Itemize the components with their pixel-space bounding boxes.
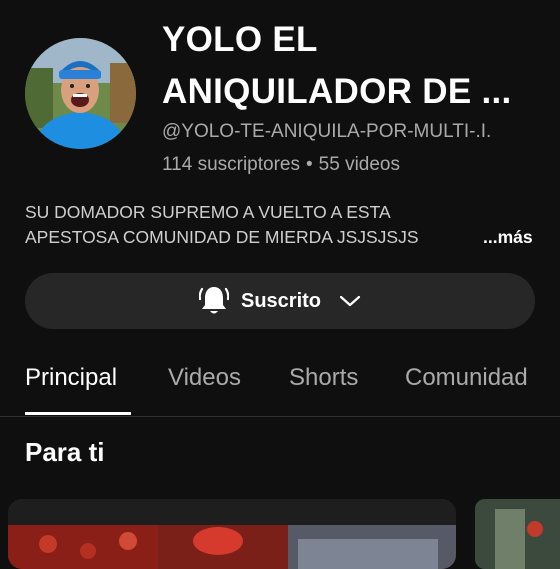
description-line2: APESTOSA COMUNIDAD DE MIERDA JSJSJSJS — [25, 227, 419, 247]
channel-name: YOLO EL ANIQUILADOR DE ... — [162, 14, 552, 118]
avatar-photo — [25, 38, 136, 149]
channel-stats: 114 suscriptores • 55 videos — [162, 154, 400, 176]
tab-principal[interactable]: Principal — [25, 364, 117, 392]
more-link[interactable]: ...más — [475, 225, 533, 250]
section-title: Para ti — [25, 437, 105, 467]
video-thumbnail — [475, 499, 560, 569]
video-thumbnail — [8, 499, 456, 569]
video-count: 55 videos — [318, 154, 400, 175]
channel-name-line2: ANIQUILADOR DE ... — [162, 72, 512, 111]
chevron-down-icon — [339, 295, 361, 307]
active-tab-indicator — [25, 412, 131, 415]
channel-name-line1: YOLO EL — [162, 20, 318, 59]
video-card[interactable] — [8, 499, 456, 569]
description-line1: SU DOMADOR SUPREMO A VUELTO A ESTA — [25, 202, 391, 222]
subscriber-count: 114 suscriptores — [162, 154, 300, 175]
video-card[interactable] — [475, 499, 560, 569]
tab-comunidad[interactable]: Comunidad — [405, 364, 528, 392]
channel-description[interactable]: SU DOMADOR SUPREMO A VUELTO A ESTA APEST… — [25, 200, 540, 250]
channel-handle: @YOLO-TE-ANIQUILA-POR-MULTI-.I. — [162, 121, 492, 142]
tab-videos[interactable]: Videos — [168, 364, 241, 392]
channel-avatar[interactable] — [25, 38, 136, 149]
bell-icon — [198, 287, 229, 314]
tab-shorts[interactable]: Shorts — [289, 364, 358, 392]
channel-tabs: Principal Videos Shorts Comunidad — [0, 354, 560, 417]
stats-separator: • — [306, 154, 313, 175]
subscribed-label: Suscrito — [240, 289, 322, 312]
subscribed-button[interactable]: Suscrito — [25, 273, 535, 329]
